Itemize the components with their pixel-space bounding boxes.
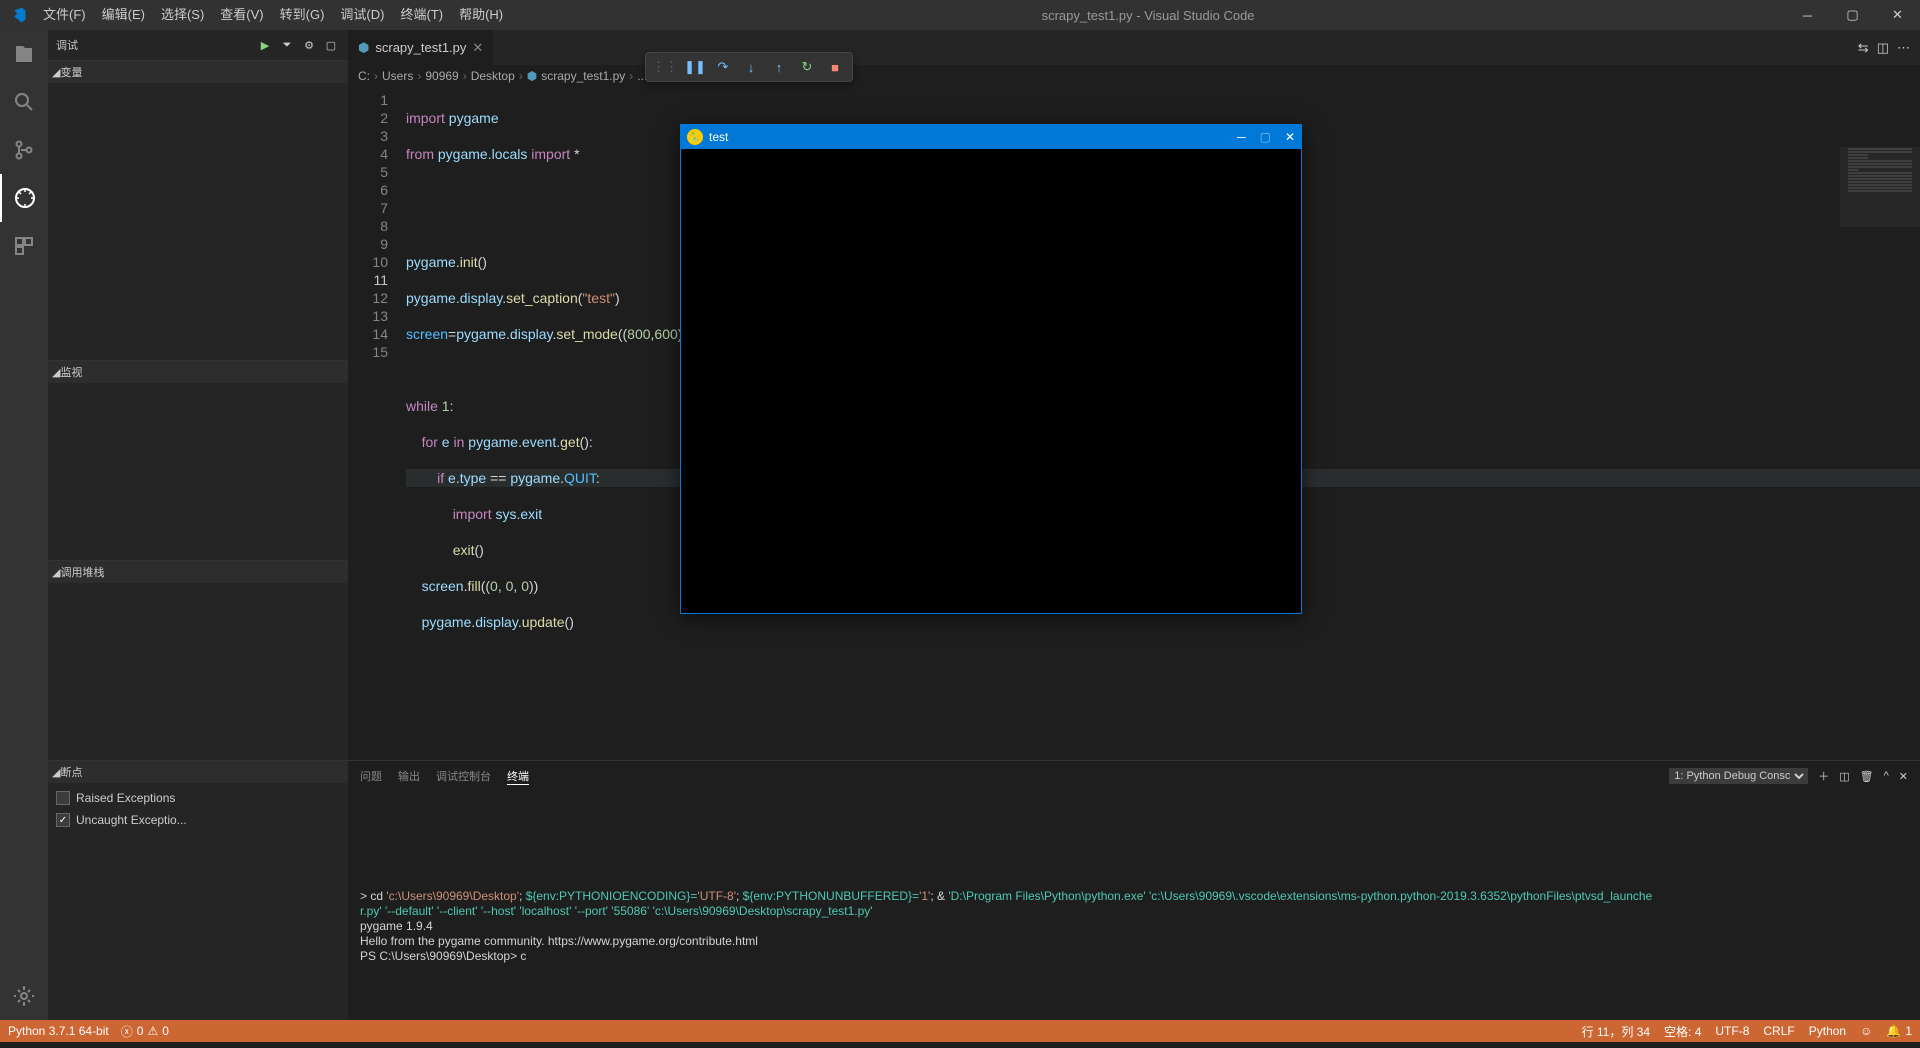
split-terminal-icon[interactable]: ◫: [1839, 770, 1849, 783]
callstack-section-header[interactable]: ◢调用堆栈: [48, 561, 348, 583]
panel: 问题 输出 调试控制台 终端 1: Python Debug Consc ＋ ◫…: [348, 760, 1920, 1020]
menu-terminal[interactable]: 终端(T): [392, 0, 451, 30]
new-terminal-icon[interactable]: ＋: [1818, 768, 1829, 784]
vscode-logo-icon: [0, 6, 35, 24]
terminal-content[interactable]: > cd 'c:\Users\90969\Desktop'; ${env:PYT…: [348, 791, 1920, 1020]
menu-file[interactable]: 文件(F): [35, 0, 94, 30]
python-file-icon: ⬢: [358, 40, 369, 56]
status-cursor-position[interactable]: 行 11，列 34: [1582, 1023, 1650, 1040]
split-editor-icon[interactable]: ◫: [1877, 40, 1889, 56]
settings-gear-icon[interactable]: [0, 972, 48, 1020]
extensions-icon[interactable]: [0, 222, 48, 270]
menu-selection[interactable]: 选择(S): [153, 0, 212, 30]
status-language[interactable]: Python: [1809, 1023, 1846, 1040]
debug-sidebar: 调试 ▶ ⏷ ⚙ ▢ ◢变量 ◢监视 ◢调用堆栈 ◢断点 Rai: [48, 30, 348, 1020]
checkbox-checked-icon[interactable]: [56, 813, 70, 827]
status-notifications[interactable]: 🔔 1: [1886, 1023, 1912, 1040]
checkbox-icon[interactable]: [56, 791, 70, 805]
debug-step-over-button[interactable]: ↷: [712, 56, 734, 78]
breakpoint-raised[interactable]: Raised Exceptions: [56, 787, 340, 809]
debug-stop-button[interactable]: ■: [824, 56, 846, 78]
debug-toolbar[interactable]: ⋮⋮ ❚❚ ↷ ↓ ↑ ↻ ■: [645, 52, 853, 82]
menu-bar: 文件(F) 编辑(E) 选择(S) 查看(V) 转到(G) 调试(D) 终端(T…: [35, 0, 511, 30]
panel-tab-debug-console[interactable]: 调试控制台: [436, 768, 491, 784]
menu-help[interactable]: 帮助(H): [451, 0, 511, 30]
more-actions-icon[interactable]: ⋯: [1897, 40, 1910, 56]
title-bar: 文件(F) 编辑(E) 选择(S) 查看(V) 转到(G) 调试(D) 终端(T…: [0, 0, 1920, 30]
tab-scrapy-test1[interactable]: ⬢ scrapy_test1.py ✕: [348, 30, 494, 65]
status-encoding[interactable]: UTF-8: [1715, 1023, 1749, 1040]
panel-tabs: 问题 输出 调试控制台 终端 1: Python Debug Consc ＋ ◫…: [348, 761, 1920, 791]
minimap[interactable]: [1840, 147, 1920, 227]
debug-settings-icon[interactable]: ⚙: [300, 39, 318, 52]
breakpoints-body: Raised Exceptions Uncaught Exceptio...: [48, 783, 348, 835]
pygame-window-title: test: [709, 130, 728, 144]
breakpoint-uncaught[interactable]: Uncaught Exceptio...: [56, 809, 340, 831]
debug-pause-button[interactable]: ❚❚: [684, 56, 706, 78]
editor-tabs: ⬢ scrapy_test1.py ✕ ⇆ ◫ ⋯: [348, 30, 1920, 65]
menu-debug[interactable]: 调试(D): [332, 0, 392, 30]
start-debug-icon[interactable]: ▶: [256, 39, 274, 52]
panel-tab-terminal[interactable]: 终端: [507, 768, 529, 785]
status-errors[interactable]: ⓧ 0 ⚠ 0: [121, 1023, 169, 1040]
watch-body: [48, 383, 348, 391]
pygame-minimize-button[interactable]: ─: [1237, 130, 1246, 144]
status-indentation[interactable]: 空格: 4: [1664, 1023, 1701, 1040]
breadcrumbs[interactable]: C:› Users› 90969› Desktop› ⬢scrapy_test1…: [348, 65, 1920, 87]
pygame-titlebar[interactable]: 🐍 test ─ ▢ ✕: [681, 125, 1301, 149]
activity-bar: [0, 30, 48, 1020]
debug-step-out-button[interactable]: ↑: [768, 56, 790, 78]
status-bar: Python 3.7.1 64-bit ⓧ 0 ⚠ 0 行 11，列 34 空格…: [0, 1020, 1920, 1042]
close-button[interactable]: ✕: [1875, 0, 1920, 30]
watch-section-header[interactable]: ◢监视: [48, 361, 348, 383]
pygame-canvas[interactable]: [681, 149, 1301, 613]
menu-go[interactable]: 转到(G): [272, 0, 333, 30]
variables-section-header[interactable]: ◢变量: [48, 61, 348, 83]
callstack-body: [48, 583, 348, 591]
menu-view[interactable]: 查看(V): [212, 0, 271, 30]
line-number-gutter: 1 2 3 4 5 6 7 8 9 10 11 12 13 14 15: [348, 87, 398, 760]
breakpoints-section-header[interactable]: ◢断点: [48, 761, 348, 783]
panel-tab-problems[interactable]: 问题: [360, 768, 382, 784]
toolbar-grip-icon[interactable]: ⋮⋮: [652, 59, 678, 75]
compare-changes-icon[interactable]: ⇆: [1858, 40, 1869, 56]
status-eol[interactable]: CRLF: [1763, 1023, 1794, 1040]
pygame-window[interactable]: 🐍 test ─ ▢ ✕: [680, 124, 1302, 614]
minimize-button[interactable]: ─: [1785, 0, 1830, 30]
debug-step-into-button[interactable]: ↓: [740, 56, 762, 78]
explorer-icon[interactable]: [0, 30, 48, 78]
debug-console-icon[interactable]: ▢: [322, 39, 340, 52]
variables-body: [48, 83, 348, 91]
debug-header: 调试 ▶ ⏷ ⚙ ▢: [48, 30, 348, 60]
window-title: scrapy_test1.py - Visual Studio Code: [511, 8, 1785, 23]
maximize-button[interactable]: ▢: [1830, 0, 1875, 30]
close-panel-icon[interactable]: ✕: [1899, 770, 1908, 783]
tab-close-icon[interactable]: ✕: [472, 40, 483, 56]
debug-restart-button[interactable]: ↻: [796, 56, 818, 78]
kill-terminal-icon[interactable]: 🗑: [1860, 770, 1874, 783]
pygame-maximize-button[interactable]: ▢: [1260, 130, 1271, 144]
search-icon[interactable]: [0, 78, 48, 126]
maximize-panel-icon[interactable]: ^: [1884, 770, 1889, 782]
debug-title: 调试: [56, 37, 78, 53]
menu-edit[interactable]: 编辑(E): [94, 0, 153, 30]
debug-config-icon[interactable]: ⏷: [278, 39, 296, 52]
status-python-version[interactable]: Python 3.7.1 64-bit: [8, 1024, 109, 1038]
pygame-icon: 🐍: [687, 129, 703, 145]
panel-tab-output[interactable]: 输出: [398, 768, 420, 784]
terminal-selector[interactable]: 1: Python Debug Consc: [1669, 768, 1808, 784]
debug-icon[interactable]: [0, 174, 48, 222]
source-control-icon[interactable]: [0, 126, 48, 174]
status-feedback-icon[interactable]: ☺: [1860, 1023, 1872, 1040]
window-controls: ─ ▢ ✕: [1785, 0, 1920, 30]
tab-label: scrapy_test1.py: [375, 40, 466, 55]
pygame-close-button[interactable]: ✕: [1285, 130, 1295, 144]
